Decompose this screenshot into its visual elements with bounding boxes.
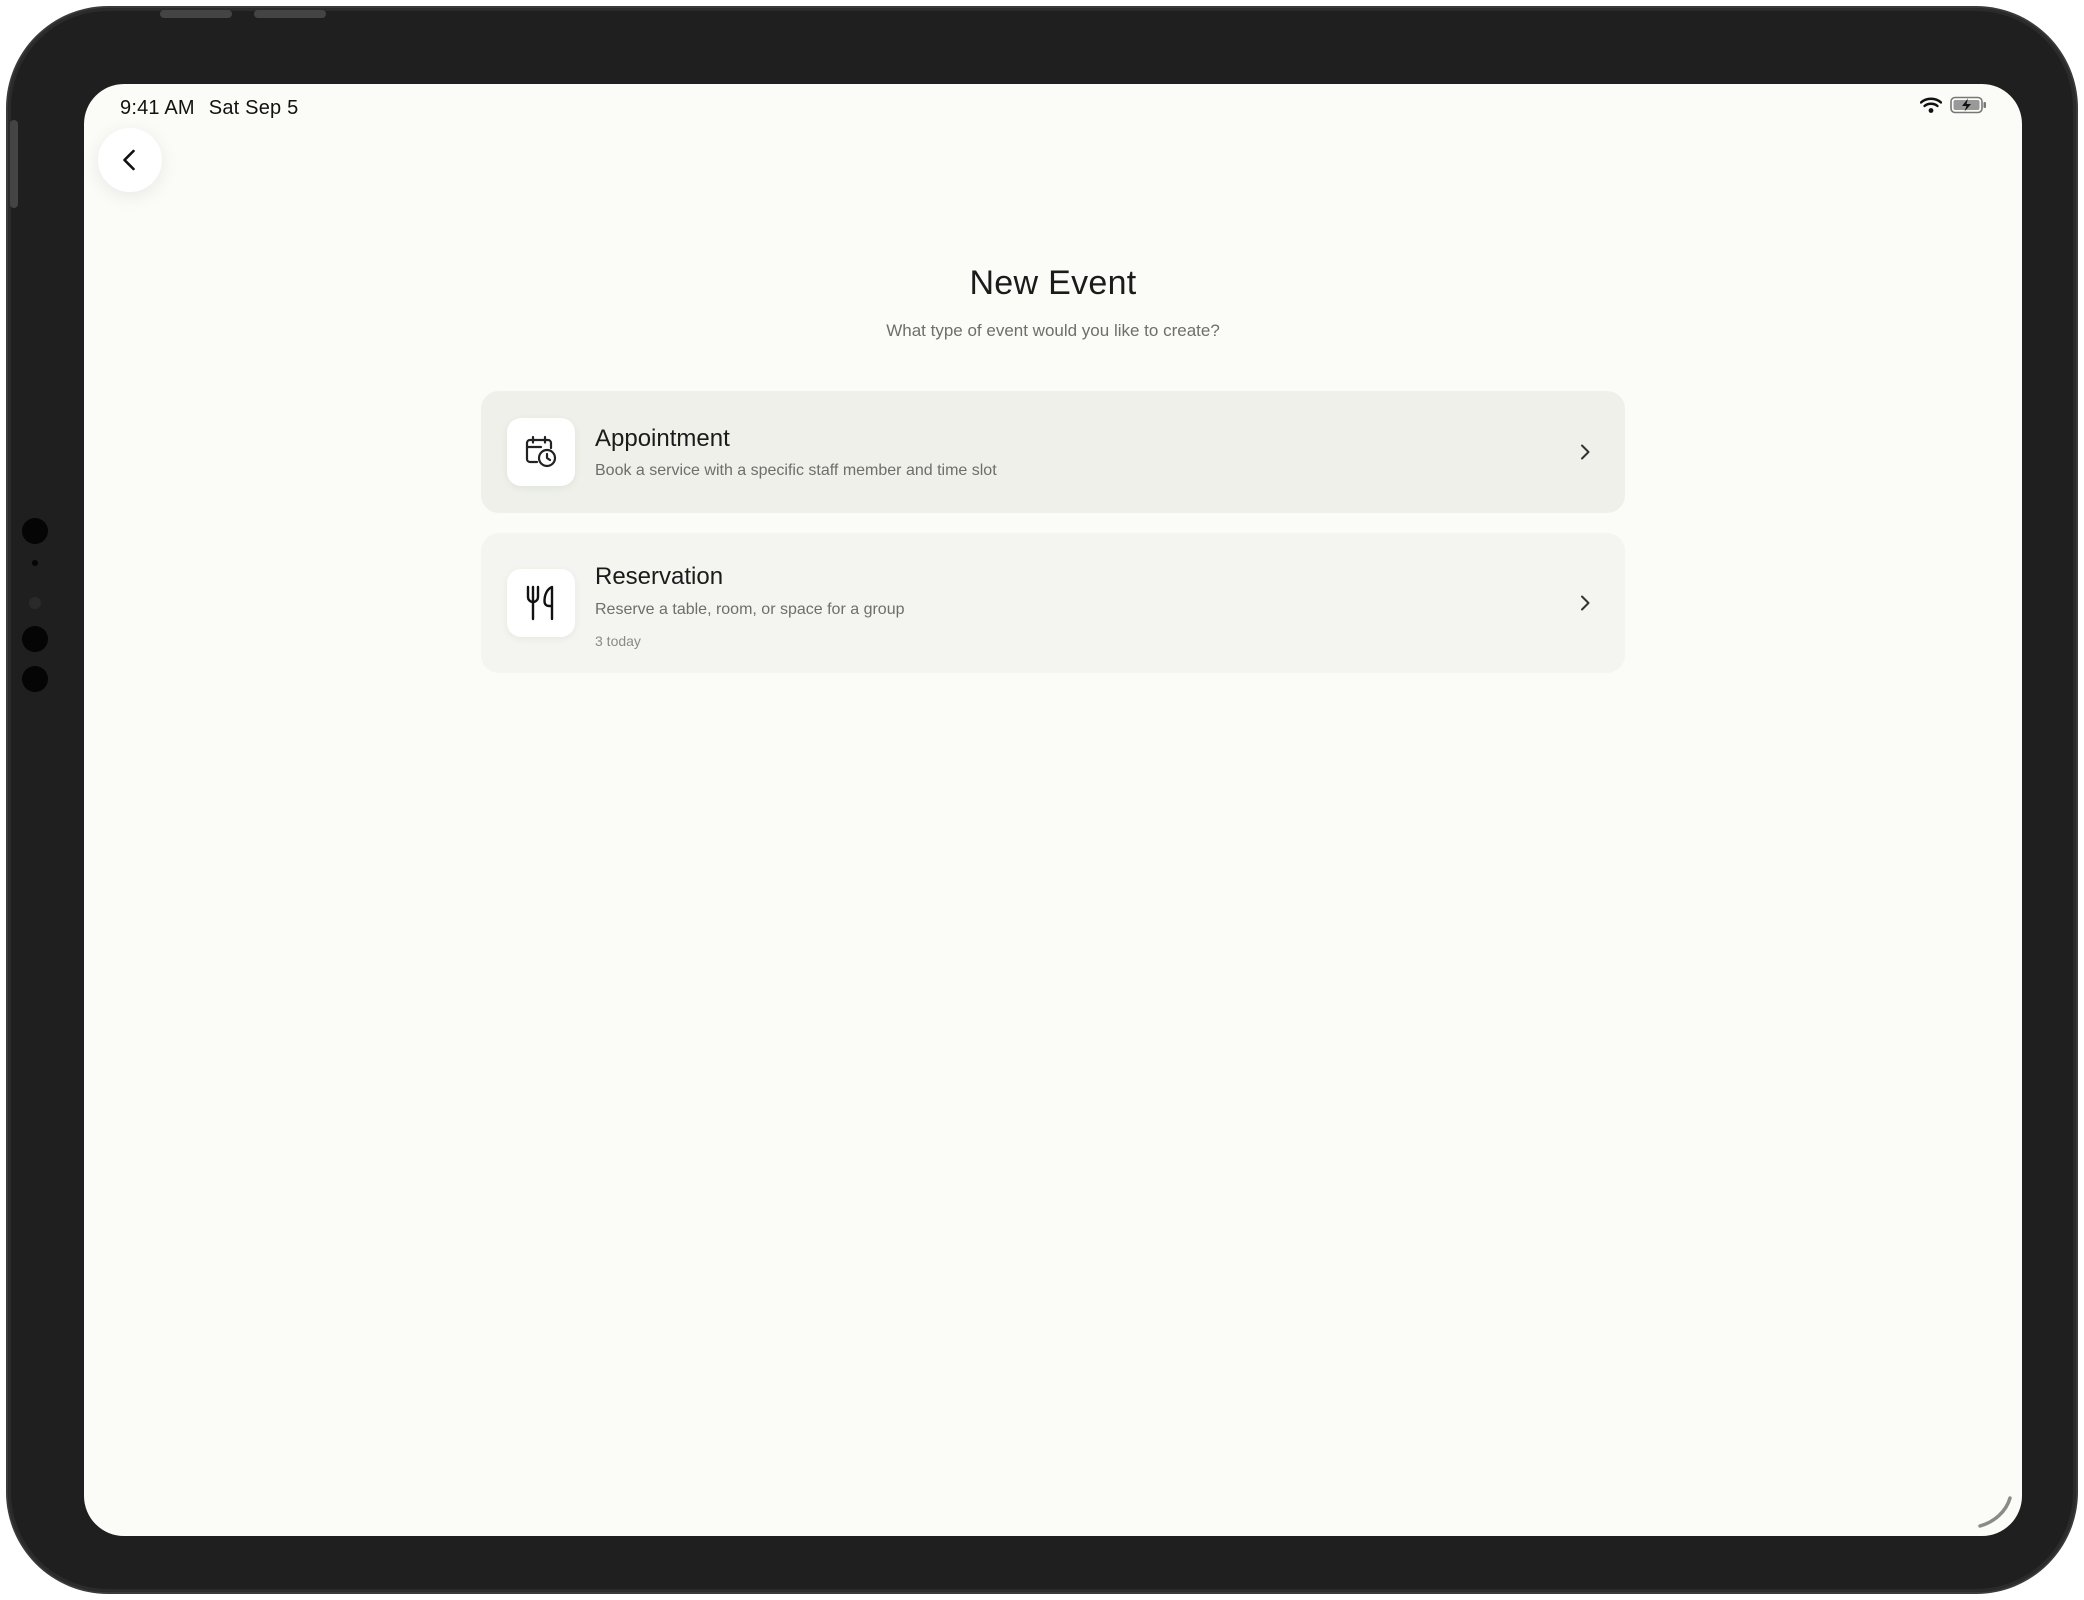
page-title: New Event xyxy=(969,264,1137,302)
chevron-right-icon xyxy=(1581,595,1590,611)
status-bar: 9:41 AM Sat Sep 5 xyxy=(84,84,2022,128)
reservation-icon-tile xyxy=(507,569,575,637)
sensor-dot xyxy=(22,626,48,652)
wifi-icon xyxy=(1920,97,1942,113)
fork-knife-icon xyxy=(526,585,554,621)
calendar-clock-icon xyxy=(525,435,557,468)
volume-down-button xyxy=(254,10,326,18)
reservation-count: 3 today xyxy=(595,633,641,649)
back-button[interactable] xyxy=(98,128,162,192)
status-icons xyxy=(1920,96,1988,114)
sensor-dot xyxy=(22,666,48,692)
app-screen: 9:41 AM Sat Sep 5 New Event What type of… xyxy=(84,84,2022,1536)
volume-up-button xyxy=(160,10,232,18)
page-subtitle: What type of event would you like to cre… xyxy=(886,321,1220,340)
appointment-option[interactable]: Appointment Book a service with a specif… xyxy=(481,391,1625,513)
resize-corner-indicator xyxy=(1978,1496,2012,1528)
chevron-right-icon xyxy=(1581,444,1590,460)
status-time: 9:41 AM xyxy=(120,97,195,119)
appointment-icon-tile xyxy=(507,418,575,486)
battery-charging-icon xyxy=(1950,96,1986,114)
camera-lens xyxy=(29,597,41,609)
appointment-description: Book a service with a specific staff mem… xyxy=(595,462,997,479)
reservation-option[interactable]: Reservation Reserve a table, room, or sp… xyxy=(481,533,1625,673)
sensor-dot xyxy=(32,560,38,566)
reservation-title: Reservation xyxy=(595,563,724,590)
power-button xyxy=(10,120,18,208)
tablet-frame: 9:41 AM Sat Sep 5 New Event What type of… xyxy=(8,8,2076,1592)
status-date: Sat Sep 5 xyxy=(208,97,299,119)
sensor-dot xyxy=(22,518,48,544)
chevron-left-icon xyxy=(123,149,135,171)
reservation-description: Reserve a table, room, or space for a gr… xyxy=(595,601,905,618)
status-datetime: 9:41 AM Sat Sep 5 xyxy=(120,97,312,120)
appointment-title: Appointment xyxy=(595,425,730,452)
